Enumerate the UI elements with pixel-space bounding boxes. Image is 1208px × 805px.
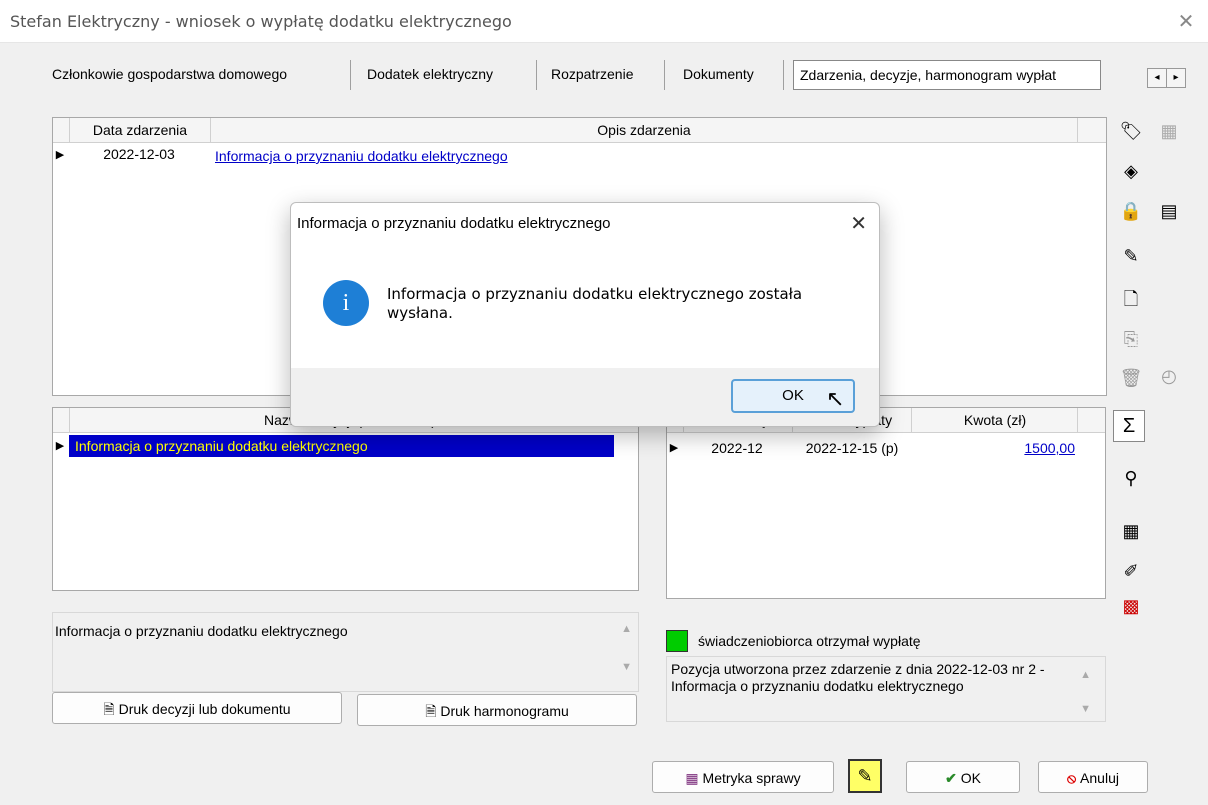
print-document-icon: 🗎 — [425, 703, 441, 719]
tab-review[interactable]: Rozpatrzenie — [551, 60, 634, 90]
case-metrics-button[interactable]: ▦ Metryka sprawy — [652, 761, 834, 793]
scroll-up-icon[interactable]: ▲ — [621, 623, 632, 635]
user-search-icon[interactable]: ⚲ — [1118, 465, 1144, 491]
decisions-table: Nazwa decyzji (dokumentu) ▶ Informacja o… — [52, 407, 639, 591]
print-document-icon: 🗎 — [103, 701, 119, 717]
mouse-cursor-icon: ↖ — [826, 386, 845, 411]
scroll-down-icon[interactable]: ▼ — [1080, 703, 1091, 715]
tags-disabled-icon: ▦ — [1160, 121, 1178, 141]
tab-electric-allowance[interactable]: Dodatek elektryczny — [367, 60, 493, 90]
close-icon[interactable]: ✕ — [1174, 10, 1198, 34]
column-header-event-date[interactable]: Data zdarzenia — [69, 118, 211, 142]
schedule-payment-date[interactable]: 2022-12-15 (p) — [793, 440, 911, 456]
scroll-up-icon[interactable]: ▲ — [1080, 669, 1091, 681]
notes-icon[interactable]: ✎ — [848, 759, 882, 793]
dialog-message: Informacja o przyznaniu dodatku elektryc… — [387, 285, 803, 322]
cancel-button[interactable]: ⦸ Anuluj — [1038, 761, 1148, 793]
copy-document-icon: ⎘ — [1123, 329, 1139, 349]
print-decision-label: Druk decyzji lub dokumentu — [118, 701, 291, 717]
info-icon: i — [323, 280, 369, 326]
print-decision-button[interactable]: 🗎 Druk decyzji lub dokumentu — [52, 692, 342, 724]
tab-separator — [664, 60, 665, 90]
print-schedule-label: Druk harmonogramu — [440, 703, 569, 719]
tab-events-decisions-schedule[interactable]: Zdarzenia, decyzje, harmonogram wypłat — [793, 60, 1101, 90]
row-indicator-icon: ▶ — [669, 442, 679, 454]
legend-label: świadczeniobiorca otrzymał wypłatę — [698, 633, 921, 649]
lock-icon: 🔒 — [1119, 201, 1143, 221]
window-title: Stefan Elektryczny - wniosek o wypłatę d… — [10, 12, 512, 31]
documents-icon[interactable]: ▤ — [1156, 198, 1182, 224]
dialog-close-icon[interactable]: ✕ — [850, 211, 867, 236]
schedule-note-text: Pozycja utworzona przez zdarzenie z dnia… — [671, 661, 1045, 694]
event-date[interactable]: 2022-12-03 — [69, 146, 209, 162]
case-metrics-label: Metryka sprawy — [702, 770, 801, 786]
tab-documents[interactable]: Dokumenty — [683, 60, 754, 90]
print-schedule-button[interactable]: 🗎 Druk harmonogramu — [357, 694, 637, 726]
decision-row-selected[interactable]: Informacja o przyznaniu dodatku elektryc… — [69, 435, 614, 457]
cancel-label: Anuluj — [1080, 770, 1119, 786]
new-document-icon[interactable]: 🗋 — [1118, 286, 1144, 312]
decision-note-text: Informacja o przyznaniu dodatku elektryc… — [55, 623, 348, 639]
title-bar: Stefan Elektryczny - wniosek o wypłatę d… — [0, 0, 1208, 43]
row-indicator-icon: ▶ — [55, 149, 65, 161]
column-header-amount[interactable]: Kwota (zł) — [913, 408, 1078, 432]
legend-color-swatch — [666, 630, 688, 652]
checkmark-icon: ✔ — [945, 770, 961, 786]
cancel-icon: ⦸ — [1067, 770, 1081, 786]
ok-label: OK — [960, 770, 981, 786]
scroll-down-icon[interactable]: ▼ — [621, 661, 632, 673]
event-description-link[interactable]: Informacja o przyznaniu dodatku elektryc… — [215, 148, 508, 164]
info-dialog: Informacja o przyznaniu dodatku elektryc… — [290, 202, 880, 427]
eraser-icon[interactable]: ◈ — [1118, 158, 1144, 184]
row-indicator-icon: ▶ — [55, 440, 65, 452]
tab-scroll-right-icon[interactable]: ▸ — [1166, 68, 1186, 88]
schedule-table: Za miesiąc Data wypłaty Kwota (zł) ▶ 202… — [666, 407, 1106, 599]
schedule-amount-link[interactable]: 1500,00 — [913, 440, 1075, 456]
edit-pen-icon[interactable]: ✐ — [1118, 558, 1144, 584]
dialog-footer: OK — [291, 368, 879, 426]
schedule-month[interactable]: 2022-12 — [683, 440, 791, 456]
dialog-title: Informacja o przyznaniu dodatku elektryc… — [297, 215, 611, 232]
tag-icon[interactable]: 🏷 — [1118, 118, 1144, 144]
tab-separator — [783, 60, 784, 90]
schedule-grid-icon[interactable]: ▩ — [1118, 593, 1144, 619]
tab-separator — [536, 60, 537, 90]
tab-household-members[interactable]: Członkowie gospodarstwa domowego — [52, 60, 287, 90]
clock-icon: ◴ — [1161, 366, 1177, 386]
ok-button[interactable]: ✔ OK — [906, 761, 1020, 793]
tab-separator — [350, 60, 351, 90]
calendar-icon[interactable]: ▦ — [1118, 518, 1144, 544]
notepad-edit-icon[interactable]: ✎ — [1118, 243, 1144, 269]
decision-note-box: Informacja o przyznaniu dodatku elektryc… — [52, 612, 639, 692]
schedule-note-box: Pozycja utworzona przez zdarzenie z dnia… — [666, 656, 1106, 722]
sum-icon[interactable]: Σ — [1113, 410, 1145, 442]
tab-scroll-left-icon[interactable]: ◂ — [1147, 68, 1167, 88]
trash-icon: 🗑 — [1119, 368, 1143, 388]
calendar-grid-icon: ▦ — [685, 770, 703, 786]
column-header-event-description[interactable]: Opis zdarzenia — [211, 118, 1078, 142]
